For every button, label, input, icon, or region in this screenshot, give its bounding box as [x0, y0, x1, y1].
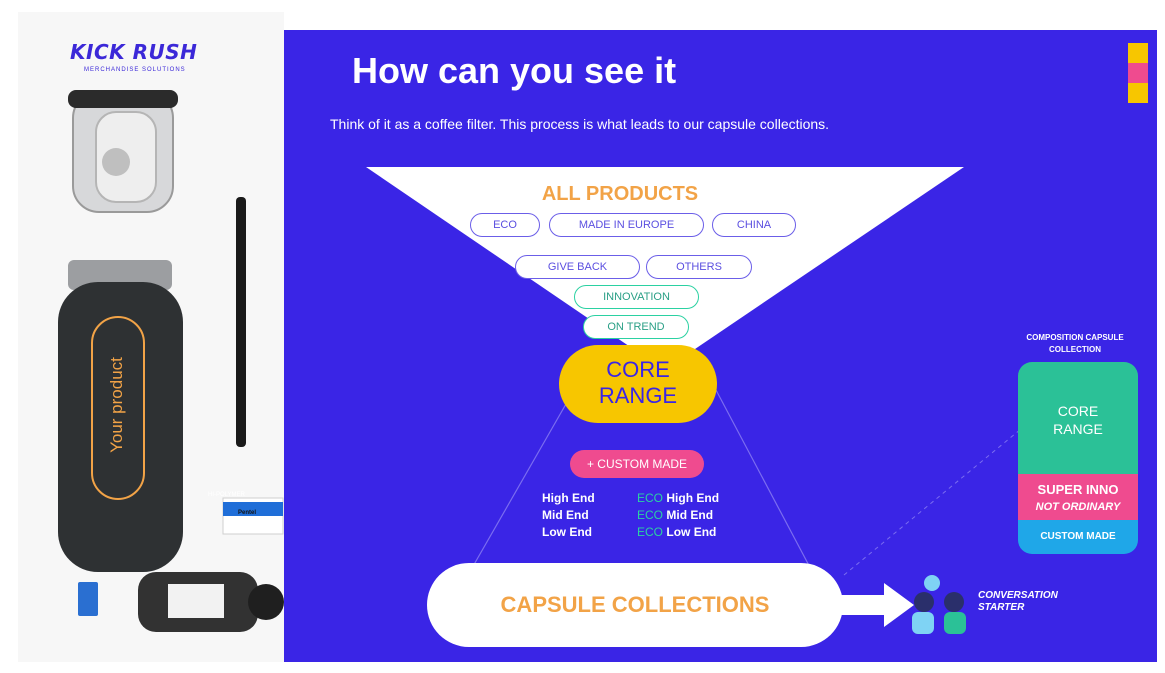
tag-innovation: INNOVATION [574, 285, 699, 309]
bottle-label-wrap: Your product [107, 320, 126, 490]
tag-others: OTHERS [646, 255, 752, 279]
tag-china: CHINA [712, 213, 796, 237]
conversation-starter: CONVERSATION STARTER [978, 590, 1058, 614]
capsule-collections: CAPSULE COLLECTIONS [427, 563, 843, 647]
core-line-2: RANGE [598, 383, 678, 408]
tag-eco: ECO [470, 213, 540, 237]
slide-subtitle: Think of it as a coffee filter. This pro… [330, 116, 830, 132]
composition-label: COMPOSITION CAPSULE COLLECTION [1012, 332, 1138, 356]
stack-super-line-2: NOT ORDINARY [1035, 501, 1121, 513]
dashed-connector [843, 409, 1045, 576]
person-right [944, 612, 966, 634]
eraser-brand: Pentel [238, 510, 257, 516]
tag-on-trend: ON TREND [583, 315, 689, 339]
composition-stack: CORE RANGE SUPER INNO NOT ORDINARY CUSTO… [1018, 362, 1138, 554]
person-left [912, 612, 934, 634]
slide-title: How can you see it [352, 50, 677, 91]
product-photo [18, 12, 284, 662]
core-range-badge: CORE RANGE [559, 345, 717, 423]
stack-core-range: CORE RANGE [1018, 362, 1138, 474]
core-line-1: CORE [606, 357, 670, 382]
tag-made-in-europe: MADE IN EUROPE [549, 213, 704, 237]
tier-mid: Mid End [542, 508, 589, 522]
stack-core-line-1: CORE [1057, 403, 1099, 419]
product-illustration [58, 90, 284, 632]
conversation-line-2: STARTER [978, 602, 1025, 613]
eco-prefix: ECO [637, 508, 664, 522]
tier-low: Low End [542, 525, 592, 539]
stack-super-line-1: SUPER INNO [1037, 482, 1119, 497]
tier-high: High End [542, 491, 595, 505]
funnel-line-right [715, 389, 815, 576]
eco-tier-high: High End [666, 491, 720, 505]
bottle-handle [68, 90, 178, 108]
tier-list: High End Mid End Low End [542, 490, 595, 541]
eco-tier-low: Low End [666, 525, 717, 539]
sharpener [78, 582, 98, 616]
tag-give-back: GIVE BACK [515, 255, 640, 279]
brand-logo: KICK RUSH [70, 40, 198, 64]
conversation-line-1: CONVERSATION [978, 590, 1058, 601]
custom-made-badge: + CUSTOM MADE [570, 450, 704, 478]
eco-prefix: ECO [637, 525, 664, 539]
eco-prefix: ECO [637, 491, 664, 505]
speech-bubble [924, 575, 940, 591]
eco-tier-mid: Mid End [666, 508, 714, 522]
stack-super-inno: SUPER INNO NOT ORDINARY [1018, 474, 1138, 520]
all-products-heading: ALL PRODUCTS [541, 183, 699, 205]
arrow-right [839, 583, 914, 627]
composition-label-line-2: COLLECTION [1049, 345, 1101, 354]
stack-custom-made: CUSTOM MADE [1018, 520, 1138, 554]
funnel-line-left [467, 389, 575, 576]
pen [236, 197, 246, 447]
corner-color-bar [1128, 43, 1148, 103]
brand-subtitle: MERCHANDISE SOLUTIONS [84, 67, 186, 73]
stack-core-line-2: RANGE [1053, 421, 1103, 437]
eraser-text: HI-POLYMER [208, 492, 245, 498]
composition-label-line-1: COMPOSITION CAPSULE [1026, 333, 1124, 342]
eco-tier-list: ECO High End ECO Mid End ECO Low End [637, 490, 719, 541]
bottle-label: Your product [107, 357, 126, 453]
